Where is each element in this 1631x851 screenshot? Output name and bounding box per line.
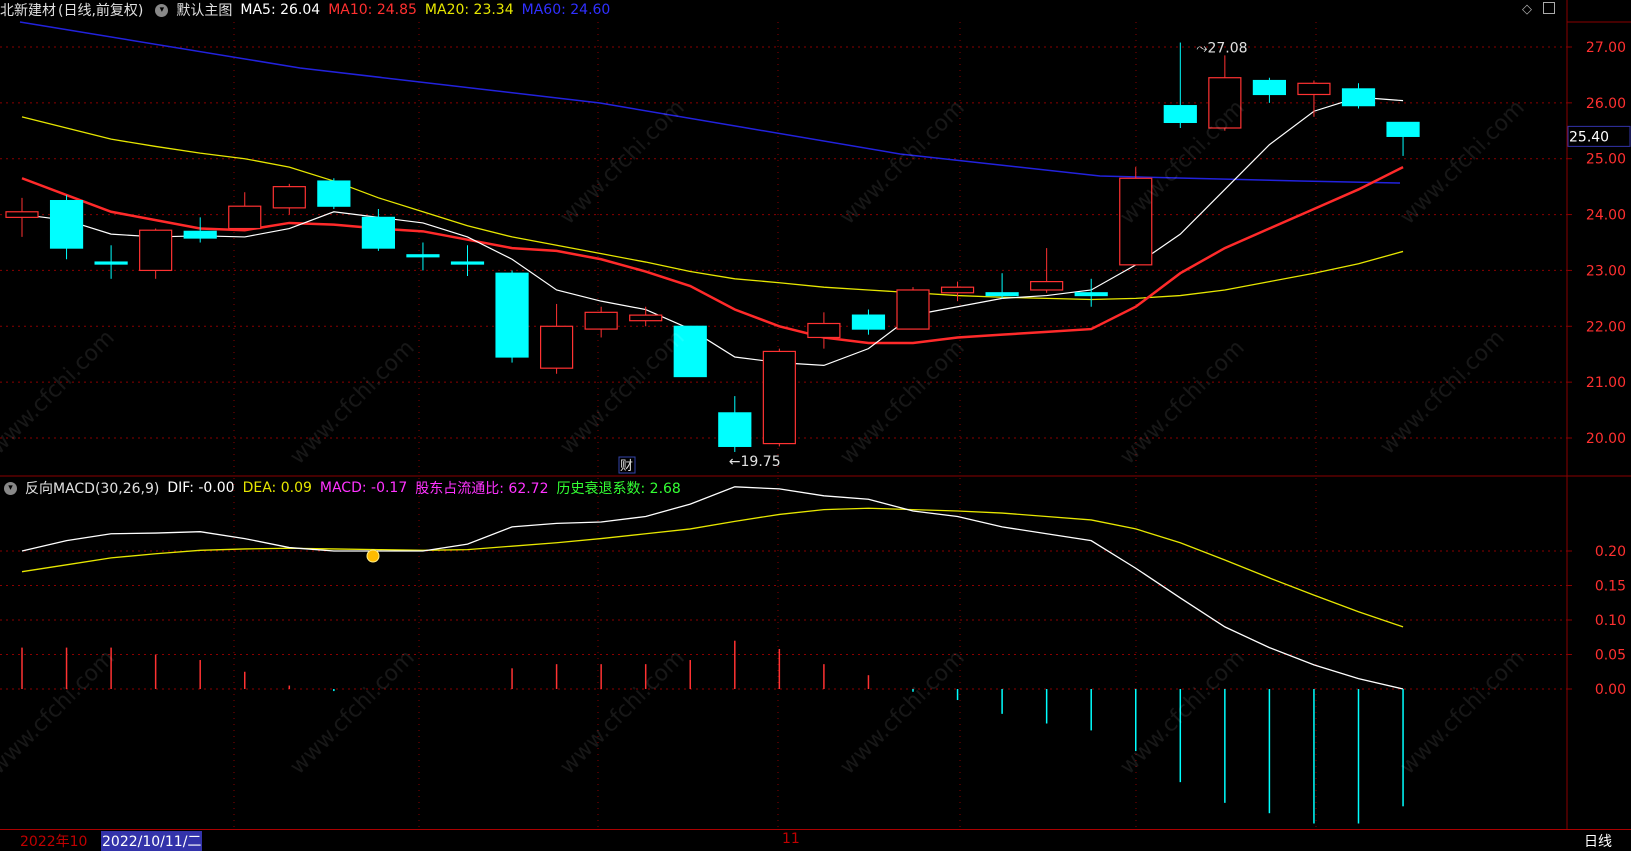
finance-marker: 财 [620,459,633,474]
candle-body [1074,292,1108,297]
candle-body [1297,82,1331,96]
macd-tick-label: 0.05 [1595,648,1626,664]
candle-body [1208,77,1242,129]
low-annotation: ←19.75 [729,454,781,470]
candle-body [183,230,217,239]
price-tick-label: 22.00 [1586,319,1626,335]
current-price-label: 25.40 [1569,129,1609,145]
dropdown-icon[interactable]: ▾ [155,3,169,17]
year-label: 2022年10 [20,834,88,850]
stock-chart-window: 27.00 26.00 25.00 24.00 23.00 22.00 21.00 20.00… [0,0,1631,851]
price-tick-label: 23.00 [1586,263,1626,279]
high-annotation: ⤳27.08 [1196,41,1247,57]
ma20-value: MA20: 23.34 [424,2,514,18]
candle-body [1163,105,1197,124]
ma5-line [21,96,1404,366]
candle-body [851,314,886,330]
candle-body [406,254,440,258]
dif-line [21,486,1404,690]
time-axis-bar: 2022年10 2022/10/11/二 11 日线 [0,829,1631,851]
dif-value: DIF: -0.00 [167,480,235,496]
candle-body [985,292,1019,297]
candle-body [1341,88,1376,107]
candle-body [272,186,306,209]
candle-body [228,205,262,230]
candle-body [718,412,752,447]
ma10-value: MA10: 24.85 [328,2,417,18]
ma5-value: MA5: 26.04 [240,2,321,18]
ratio-value: 股东占流通比: 62.72 [415,481,549,497]
diamond-icon[interactable]: ◇ [1522,2,1532,17]
candle-body [94,261,128,265]
window-restore-icon[interactable] [1543,2,1555,14]
candle-body [495,272,529,358]
ma10-line [21,165,1404,345]
macd-tick-label: 0.10 [1595,613,1626,629]
candle-body [1119,177,1153,266]
candle-body [539,325,574,369]
macd-tick-label: 0.20 [1595,544,1626,560]
cursor-date-label: 2022/10/11/二 [101,831,203,851]
price-tick-label: 27.00 [1586,40,1626,56]
candle-body [629,314,663,322]
candle-body [5,211,39,218]
candle-body [673,325,707,378]
month-label: 11 [782,831,800,847]
candle-body [1252,79,1287,96]
main-chart-infobar: 北新建材 (日线,前复权) ▾ 默认主图 MA5: 26.04 MA10: 24… [0,0,618,20]
template-name[interactable]: 默认主图 [176,0,232,20]
candle-body [450,261,485,265]
stock-name[interactable]: 北新建材 [0,0,56,20]
macd-tick-label: 0.15 [1595,579,1626,595]
macd-value: MACD: -0.17 [319,480,408,496]
candle-body [361,216,395,249]
macd-infobar: ▾ 反向MACD(30,26,9) DIF: -0.00 DEA: 0.09 M… [0,478,689,498]
candle-body [940,286,975,294]
cross-signal-dot [366,549,380,563]
dea-value: DEA: 0.09 [242,480,312,496]
ma60-value: MA60: 24.60 [521,2,611,18]
candle-body [807,322,841,339]
price-tick-label: 20.00 [1586,431,1626,447]
chart-canvas[interactable]: 27.00 26.00 25.00 24.00 23.00 22.00 21.00 20.00… [0,0,1631,848]
macd-tick-label: 0.00 [1595,682,1626,698]
candle-body [1386,121,1420,137]
candle-body [584,311,618,330]
price-tick-label: 26.00 [1586,96,1626,112]
recession-value: 历史衰退系数: 2.68 [556,481,681,497]
price-tick-label: 21.00 [1586,375,1626,391]
price-tick-label: 24.00 [1586,208,1626,224]
candle-body [139,229,173,272]
chart-mode: (日线,前复权) [58,3,144,19]
macd-dropdown-icon[interactable]: ▾ [4,481,17,495]
candle-body [896,289,930,330]
price-tick-label: 25.00 [1586,152,1626,168]
candle-body [49,200,84,249]
candle-body [762,350,796,445]
dea-line [21,507,1404,628]
period-label[interactable]: 日线 [1584,831,1612,851]
macd-name[interactable]: 反向MACD(30,26,9) [25,478,159,498]
candle-body [317,180,351,207]
candle-body [1030,281,1064,291]
